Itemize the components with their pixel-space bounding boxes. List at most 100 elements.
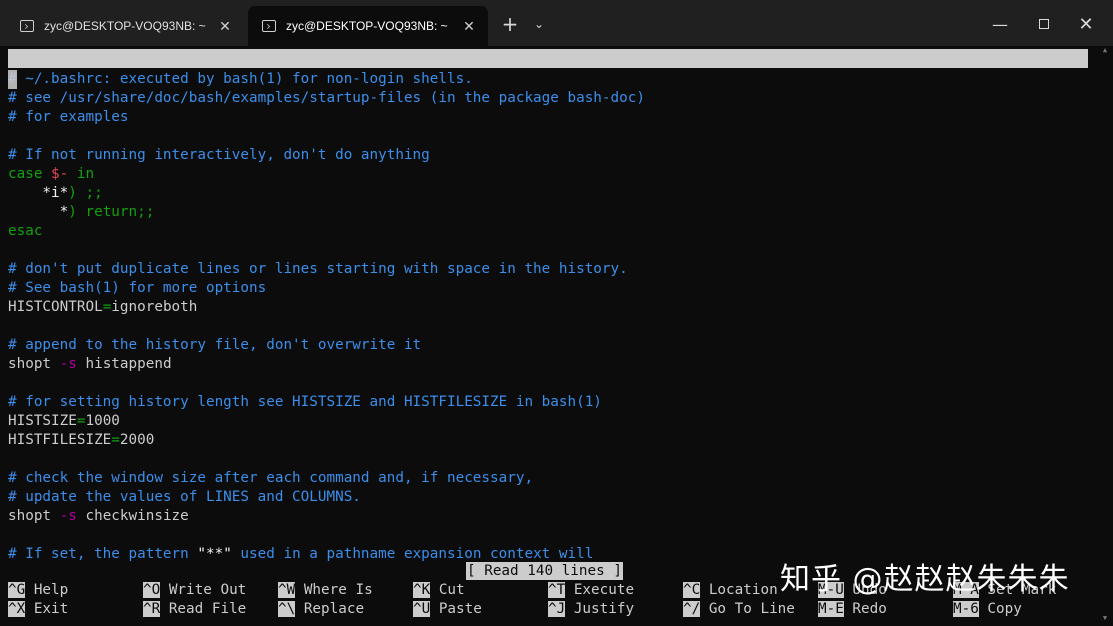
nano-title-bar: GNU nano 6.2 /home/zyc/.bashrc [8,49,1088,104]
shortcut-label: Redo [843,601,887,617]
code-line: shopt -s checkwinsize [8,507,189,526]
code-token: # check the window size after each comma… [8,470,534,486]
code-line: case $- in [8,165,94,184]
code-token: # for examples [8,109,129,125]
code-line: HISTFILESIZE=2000 [8,431,154,450]
text-cursor [8,70,17,89]
code-line: # don't put duplicate lines or lines sta… [8,260,628,279]
tab-close-icon[interactable]: ✕ [212,18,238,35]
shortcut-item: ^W Where Is [278,581,373,600]
shortcut-label: Exit [25,601,69,617]
code-line: # for examples [8,108,129,127]
code-token: shopt [8,508,60,524]
shortcut-key: ^U [413,601,431,617]
tab-active[interactable]: zyc@DESKTOP-VOQ93NB: ~ ✕ [248,6,488,46]
shortcut-label: Write Out [160,582,247,598]
watermark: 知乎 @赵赵赵朱朱朱 [780,562,1070,597]
chevron-down-icon[interactable]: ⌄ [526,10,552,38]
shortcut-key: ^X [8,601,26,617]
code-token: HISTFILESIZE [8,432,112,448]
scroll-down-icon[interactable]: ▼ [1100,614,1110,624]
code-token: case [8,166,43,182]
shortcut-key: ^\ [278,601,296,617]
shortcut-key: ^K [413,582,431,598]
code-token: checkwinsize [76,508,189,524]
code-token: esac [8,223,43,239]
tab-close-icon[interactable]: ✕ [456,18,482,35]
shortcut-label: Help [25,582,69,598]
code-token: 2000 [119,432,155,448]
shortcut-label: Read File [160,601,247,617]
code-token: shopt [8,356,60,372]
code-token: # See bash(1) for more options [8,280,267,296]
code-token: $- [51,166,69,182]
code-token: # don't put duplicate lines or lines sta… [8,261,628,277]
maximize-icon [1039,19,1049,29]
code-token: # update the values of LINES and COLUMNS… [8,489,361,505]
scroll-up-icon[interactable]: ▲ [1100,46,1110,56]
shortcut-item: M-E Redo [818,600,887,619]
code-token: 1000 [85,413,120,429]
maximize-button[interactable] [1024,10,1064,38]
shortcut-label: Paste [430,601,482,617]
shortcut-key: M-6 [953,601,979,617]
code-line: # If not running interactively, don't do… [8,146,430,165]
code-token: # for setting history length see HISTSIZ… [8,394,602,410]
shortcut-item: ^K Cut [413,581,465,600]
new-tab-button[interactable]: + [496,10,524,38]
code-line: HISTCONTROL=ignoreboth [8,298,197,317]
shortcut-label: Replace [295,601,365,617]
shortcut-key: ^R [143,601,161,617]
code-token: histappend [76,356,172,372]
minimize-button[interactable]: — [980,10,1020,38]
shortcut-item: ^U Paste [413,600,482,619]
shortcut-item: ^G Help [8,581,68,600]
code-token: HISTCONTROL [8,299,103,315]
title-bar: zyc@DESKTOP-VOQ93NB: ~ ✕ zyc@DESKTOP-VOQ… [0,0,1113,46]
shortcut-key: ^W [278,582,296,598]
code-token: = [111,432,120,448]
code-token: -s [59,356,77,372]
shortcut-item: ^X Exit [8,600,68,619]
tab-title: zyc@DESKTOP-VOQ93NB: ~ [44,19,206,33]
shortcut-label: Location [700,582,778,598]
terminal-area[interactable]: GNU nano 6.2 /home/zyc/.bashrc # ~/.bash… [0,46,1113,626]
close-window-button[interactable]: ✕ [1066,10,1106,38]
shortcut-key: M-E [818,601,844,617]
code-line: *i*) ;; [8,184,103,203]
shortcut-item: ^C Location [683,581,778,600]
shortcut-key: ^O [143,582,161,598]
shortcut-key: ^C [683,582,701,598]
tab-inactive[interactable]: zyc@DESKTOP-VOQ93NB: ~ ✕ [6,6,244,46]
shortcut-label: Execute [565,582,635,598]
code-line: # for setting history length see HISTSIZ… [8,393,602,412]
shortcut-label: Where Is [295,582,373,598]
code-token: HISTSIZE [8,413,77,429]
shortcut-label: Copy [978,601,1022,617]
shortcut-key: ^G [8,582,26,598]
code-token: # If not running interactively, don't do… [8,147,430,163]
code-line: *) return;; [8,203,155,222]
code-line: esac [8,222,42,241]
shortcut-label: Cut [430,582,465,598]
shortcut-item: ^/ Go To Line [683,600,795,619]
code-token: ) ;; [68,185,103,201]
tab-title: zyc@DESKTOP-VOQ93NB: ~ [286,19,448,33]
code-token: # see /usr/share/doc/bash/examples/start… [8,90,645,106]
shortcut-item: ^O Write Out [143,581,246,600]
code-token: in [68,166,95,182]
code-line: # ~/.bashrc: executed by bash(1) for non… [8,70,473,89]
code-token: used in a pathname expansion context wil… [231,546,594,562]
code-token: ignoreboth [111,299,198,315]
shortcut-item: ^\ Replace [278,600,364,619]
terminal-icon [20,20,34,32]
code-token: *i* [8,185,69,201]
scrollbar[interactable]: ▲ ▼ [1100,46,1110,626]
shortcut-item: ^R Read File [143,600,246,619]
terminal-icon [262,20,276,32]
code-line: # see /usr/share/doc/bash/examples/start… [8,89,645,108]
code-token: # If set, the pattern [8,546,198,562]
code-line: # check the window size after each comma… [8,469,533,488]
shortcut-label: Justify [565,601,635,617]
